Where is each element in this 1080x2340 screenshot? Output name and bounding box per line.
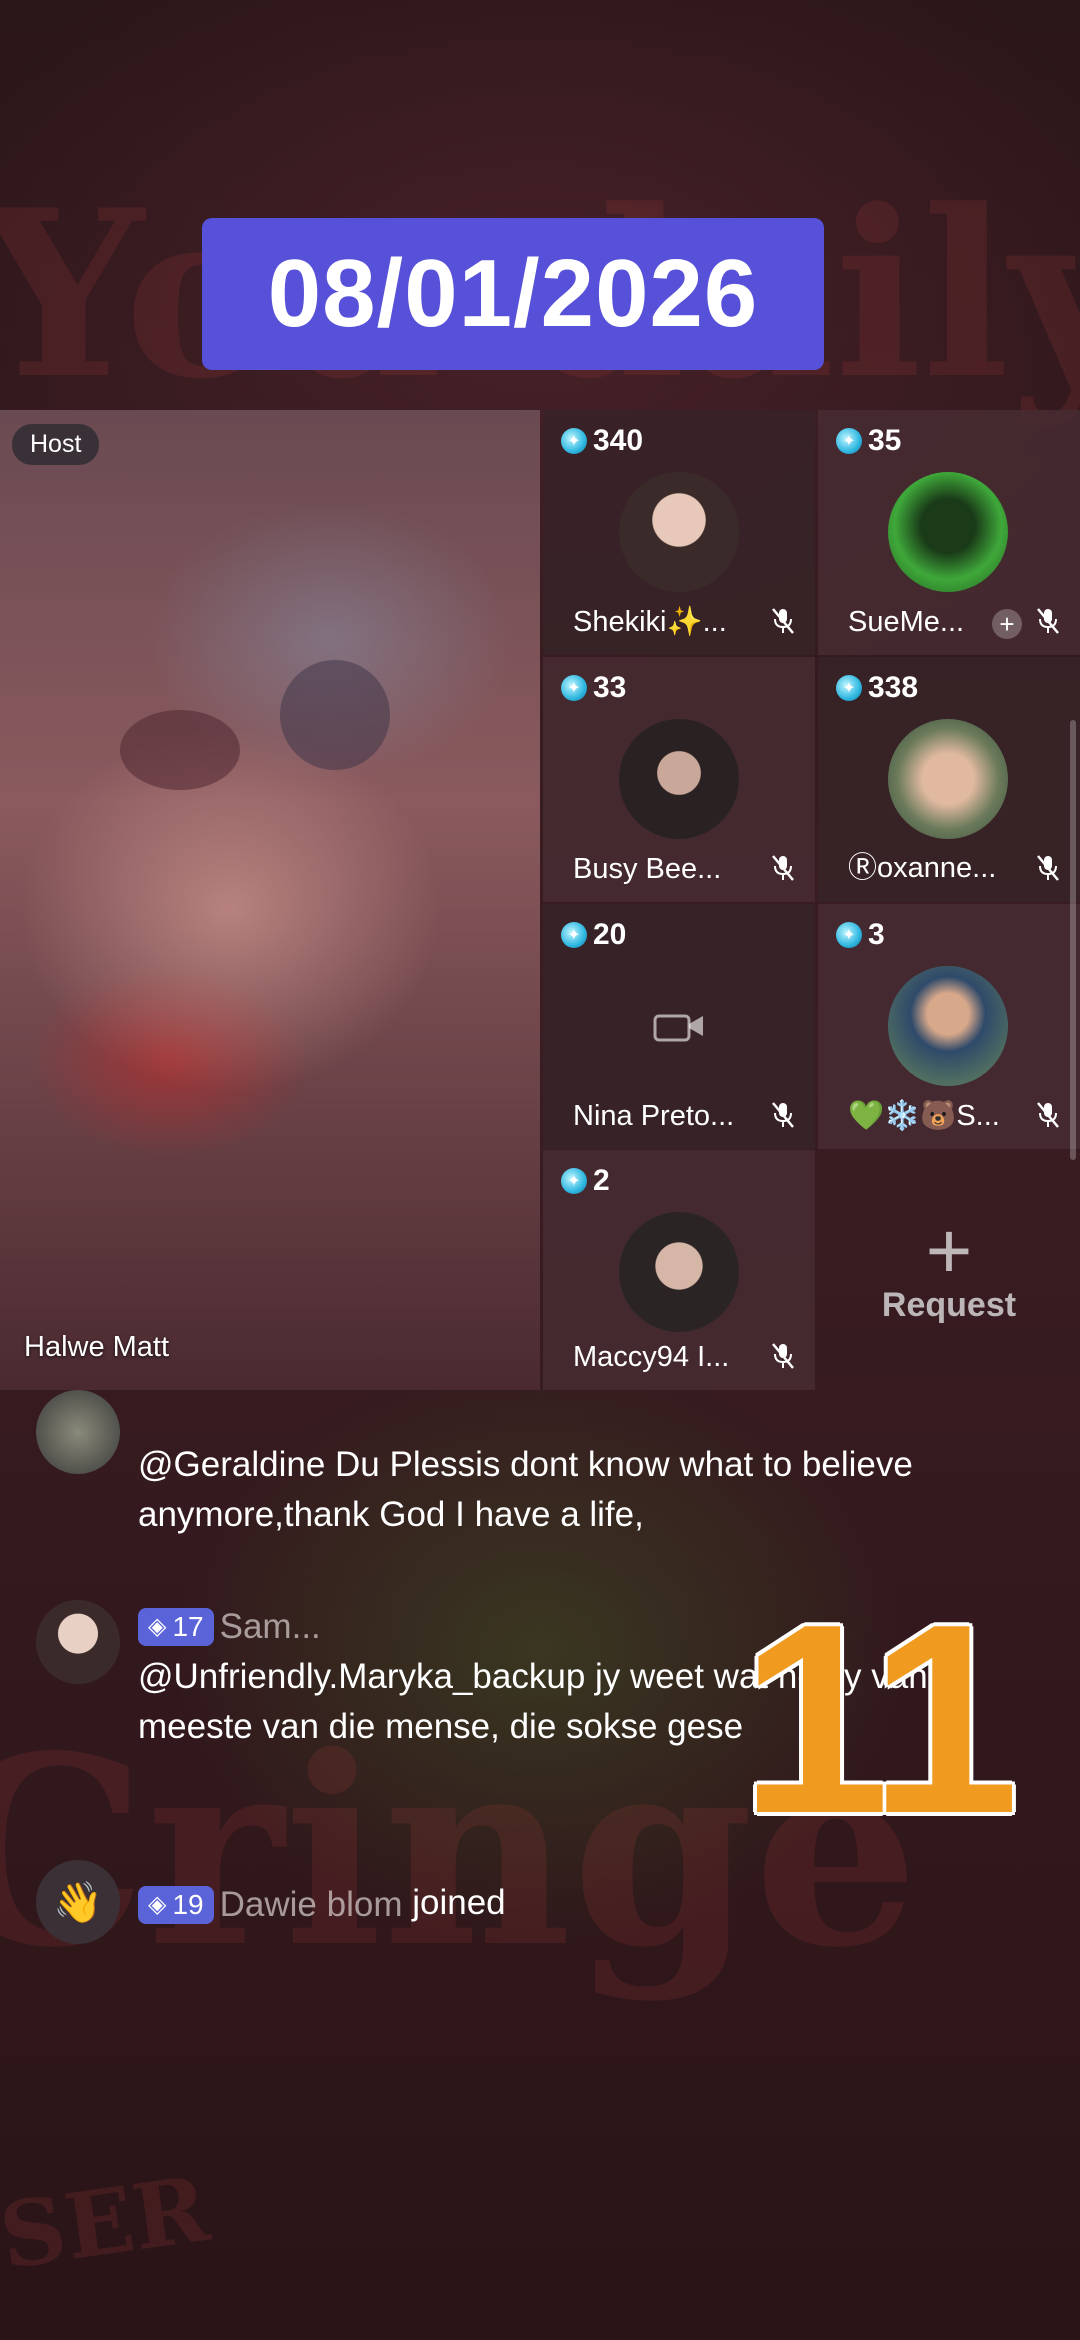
guest-tile[interactable]: ✦ 340 Shekiki✨... [543,410,815,655]
mic-muted-icon [1037,855,1059,881]
avatar [619,1212,739,1332]
guest-tile[interactable]: ✦ 2 Maccy94 I... [543,1150,815,1390]
gift-count-value: 2 [593,1164,610,1197]
gem-icon: ✦ [561,428,587,454]
gem-icon: ✦ [561,922,587,948]
gem-icon: ✦ [561,1168,587,1194]
host-name[interactable]: Halwe Matt [24,1331,169,1364]
avatar [888,472,1008,592]
host-video[interactable]: Host Halwe Matt [0,410,540,1390]
scrollbar[interactable] [1070,720,1076,1160]
plus-icon: + [925,1205,973,1295]
host-tag: Host [12,424,100,465]
chat-message-text: @Geraldine Du Plessis dont know what to … [138,1445,913,1534]
gem-icon: ✦ [836,428,862,454]
gift-count: ✦ 20 [561,918,626,952]
gift-count: ✦ 2 [561,1164,610,1198]
camera-off-icon [619,966,739,1086]
gift-count-value: 338 [868,671,919,704]
gift-count-value: 20 [593,918,627,951]
request-button[interactable]: + Request [818,1150,1080,1390]
chat-message-body: ◈ 19 Dawie blom joined [138,1878,1038,1930]
gift-count: ✦ 35 [836,424,901,458]
add-icon[interactable]: + [992,609,1022,639]
mic-muted-icon [772,608,794,634]
mic-muted-icon [772,855,794,881]
guest-name: Maccy94 I... [573,1341,730,1373]
avatar [619,472,739,592]
avatar [619,719,739,839]
guest-tile[interactable]: ✦ 3 💚❄️🐻S... [818,904,1080,1149]
avatar[interactable] [36,1600,120,1684]
gift-count: ✦ 3 [836,918,885,952]
level-badge: ◈ 19 [138,1885,214,1924]
gift-count-value: 340 [593,424,644,457]
guest-tile[interactable]: ✦ 20 Nina Preto... [543,904,815,1149]
guest-name: Nina Preto... [573,1100,735,1132]
gift-count: ✦ 340 [561,424,643,458]
level-value: 19 [172,1888,204,1920]
guest-name: SueMe... [848,606,965,638]
date-badge: 08/01/2026 [202,218,824,370]
diamond-icon: ◈ [148,1612,167,1640]
avatar [888,966,1008,1086]
guest-name: Busy Bee... [573,853,722,885]
avatar[interactable] [36,1390,120,1474]
mic-muted-icon [1037,608,1059,634]
guest-name: Shekiki✨... [573,606,727,638]
guest-name: Ⓡoxanne... [848,852,997,884]
level-value: 17 [172,1610,204,1642]
guest-tile[interactable]: ✦ 338 Ⓡoxanne... [818,657,1080,902]
request-label: Request [881,1285,1017,1324]
host-video-shape [280,660,390,770]
diamond-icon: ◈ [148,1890,167,1918]
mic-muted-icon [772,1102,794,1128]
join-action: joined [412,1883,506,1922]
mic-muted-icon [772,1343,794,1369]
guest-tile[interactable]: ✦ 33 Busy Bee... [543,657,815,902]
gift-count-value: 3 [868,918,885,951]
wave-icon: 👋 [36,1860,120,1944]
guest-name: 💚❄️🐻S... [848,1100,1000,1132]
avatar [888,719,1008,839]
gem-icon: ✦ [561,675,587,701]
gift-count: ✦ 338 [836,671,918,705]
mic-muted-icon [1037,1102,1059,1128]
gift-count: ✦ 33 [561,671,626,705]
host-video-shape [120,710,240,790]
level-badge: ◈ 17 [138,1607,214,1646]
username[interactable]: Dawie blom [220,1885,403,1924]
username[interactable]: Sam... [220,1607,321,1646]
gem-icon: ✦ [836,922,862,948]
overlay-number: 11 [740,1569,1019,1870]
gift-count-value: 33 [593,671,627,704]
gift-count-value: 35 [868,424,902,457]
guest-tile[interactable]: ✦ 35 SueMe... + [818,410,1080,655]
gem-icon: ✦ [836,675,862,701]
